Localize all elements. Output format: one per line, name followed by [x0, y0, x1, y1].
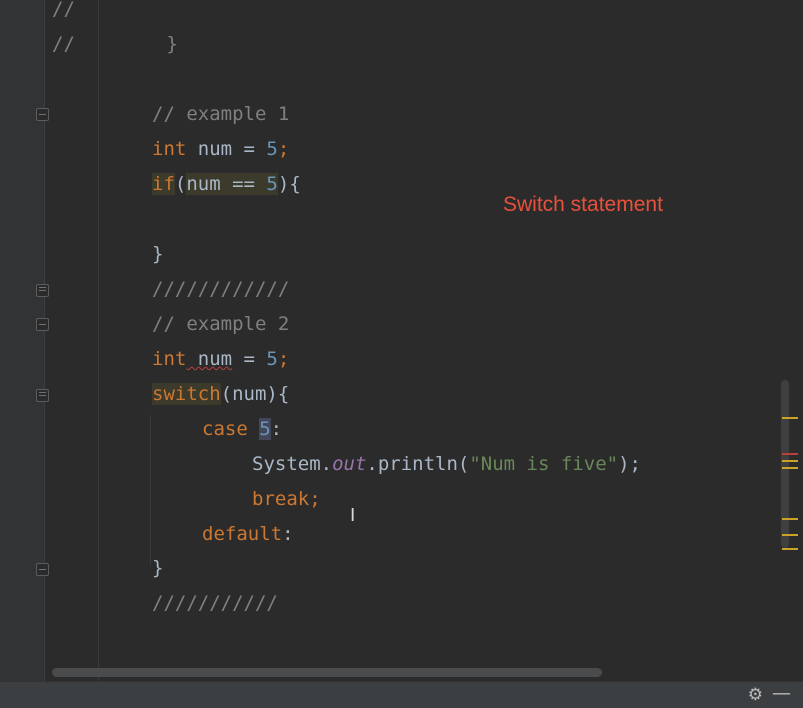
code-token: 5 [266, 173, 278, 195]
code-token: out [332, 453, 367, 475]
code-line: switch(num){ [152, 377, 289, 412]
code-token: } [152, 243, 164, 265]
warning-marker[interactable] [782, 460, 798, 462]
warning-marker[interactable] [782, 548, 798, 550]
code-token: num [186, 348, 233, 370]
fold-marker-icon[interactable] [36, 318, 49, 331]
code-token: 5 [259, 418, 271, 440]
code-token: // [52, 33, 75, 55]
code-line: /////////// [152, 586, 278, 621]
code-token: /////////// [152, 592, 278, 614]
code-token: 5 [266, 138, 278, 160]
warning-marker[interactable] [782, 417, 798, 419]
code-token: = [232, 348, 267, 370]
code-token: int [152, 348, 187, 370]
code-token: .println( [366, 453, 470, 475]
code-token: num = [186, 138, 267, 160]
code-line: // } [52, 27, 178, 62]
code-line: if(num == 5){ [152, 167, 301, 202]
code-token: default [202, 523, 283, 545]
code-line: break; [252, 482, 321, 517]
code-token: ; [277, 138, 290, 160]
annotation-label: Switch statement [503, 193, 663, 216]
warning-marker[interactable] [782, 534, 798, 536]
code-token: } [74, 33, 178, 55]
code-token: if [152, 173, 175, 195]
code-editor[interactable]: // // } // example 1 int num = 5; if(num… [0, 0, 803, 681]
code-token: int [152, 138, 187, 160]
error-marker[interactable] [782, 453, 798, 455]
code-token: "Num is five" [469, 453, 619, 475]
code-line: // example 2 [152, 307, 289, 342]
code-token: ){ [277, 173, 301, 195]
code-line: //////////// [152, 272, 289, 307]
vertical-scrollbar[interactable] [781, 380, 789, 548]
code-token: (num){ [220, 383, 290, 405]
minimize-icon[interactable]: — [772, 682, 791, 704]
code-line: case 5: [202, 412, 282, 447]
indent-guide [98, 0, 99, 681]
code-line: int num = 5; [152, 132, 289, 167]
code-token: 5 [266, 348, 278, 370]
horizontal-scrollbar[interactable] [52, 668, 602, 677]
code-token: break; [252, 488, 321, 510]
code-token: switch [152, 383, 221, 405]
fold-marker-icon[interactable] [36, 108, 49, 121]
code-line: // [52, 0, 75, 27]
i-beam-cursor-icon: I [350, 505, 356, 526]
code-token: : [282, 523, 294, 545]
gear-icon[interactable]: ⚙ [748, 685, 763, 705]
code-token: //////////// [152, 278, 290, 300]
code-line: System.out.println("Num is five"); [252, 447, 641, 482]
fold-marker-icon[interactable] [36, 389, 49, 402]
code-token: ); [618, 453, 641, 475]
status-bar: ⚙ — [0, 681, 803, 708]
code-token: case [202, 418, 260, 440]
code-line: // example 1 [152, 97, 289, 132]
fold-marker-icon[interactable] [36, 563, 49, 576]
code-token: // example 2 [152, 313, 290, 335]
code-token: // example 1 [152, 103, 290, 125]
code-token: ; [277, 348, 290, 370]
code-token: : [270, 418, 283, 440]
code-token: num == [186, 173, 267, 195]
code-line: } [152, 551, 163, 586]
editor-gutter [0, 0, 45, 681]
code-token: System. [252, 453, 333, 475]
indent-guide [150, 415, 151, 565]
code-token: // [52, 0, 75, 20]
code-line: } [152, 237, 163, 272]
code-token: } [152, 557, 164, 579]
warning-marker[interactable] [782, 467, 798, 469]
code-line: default: [202, 517, 294, 552]
code-token: ( [174, 173, 187, 195]
fold-marker-icon[interactable] [36, 284, 49, 297]
warning-marker[interactable] [782, 518, 798, 520]
code-line: int num = 5; [152, 342, 289, 377]
